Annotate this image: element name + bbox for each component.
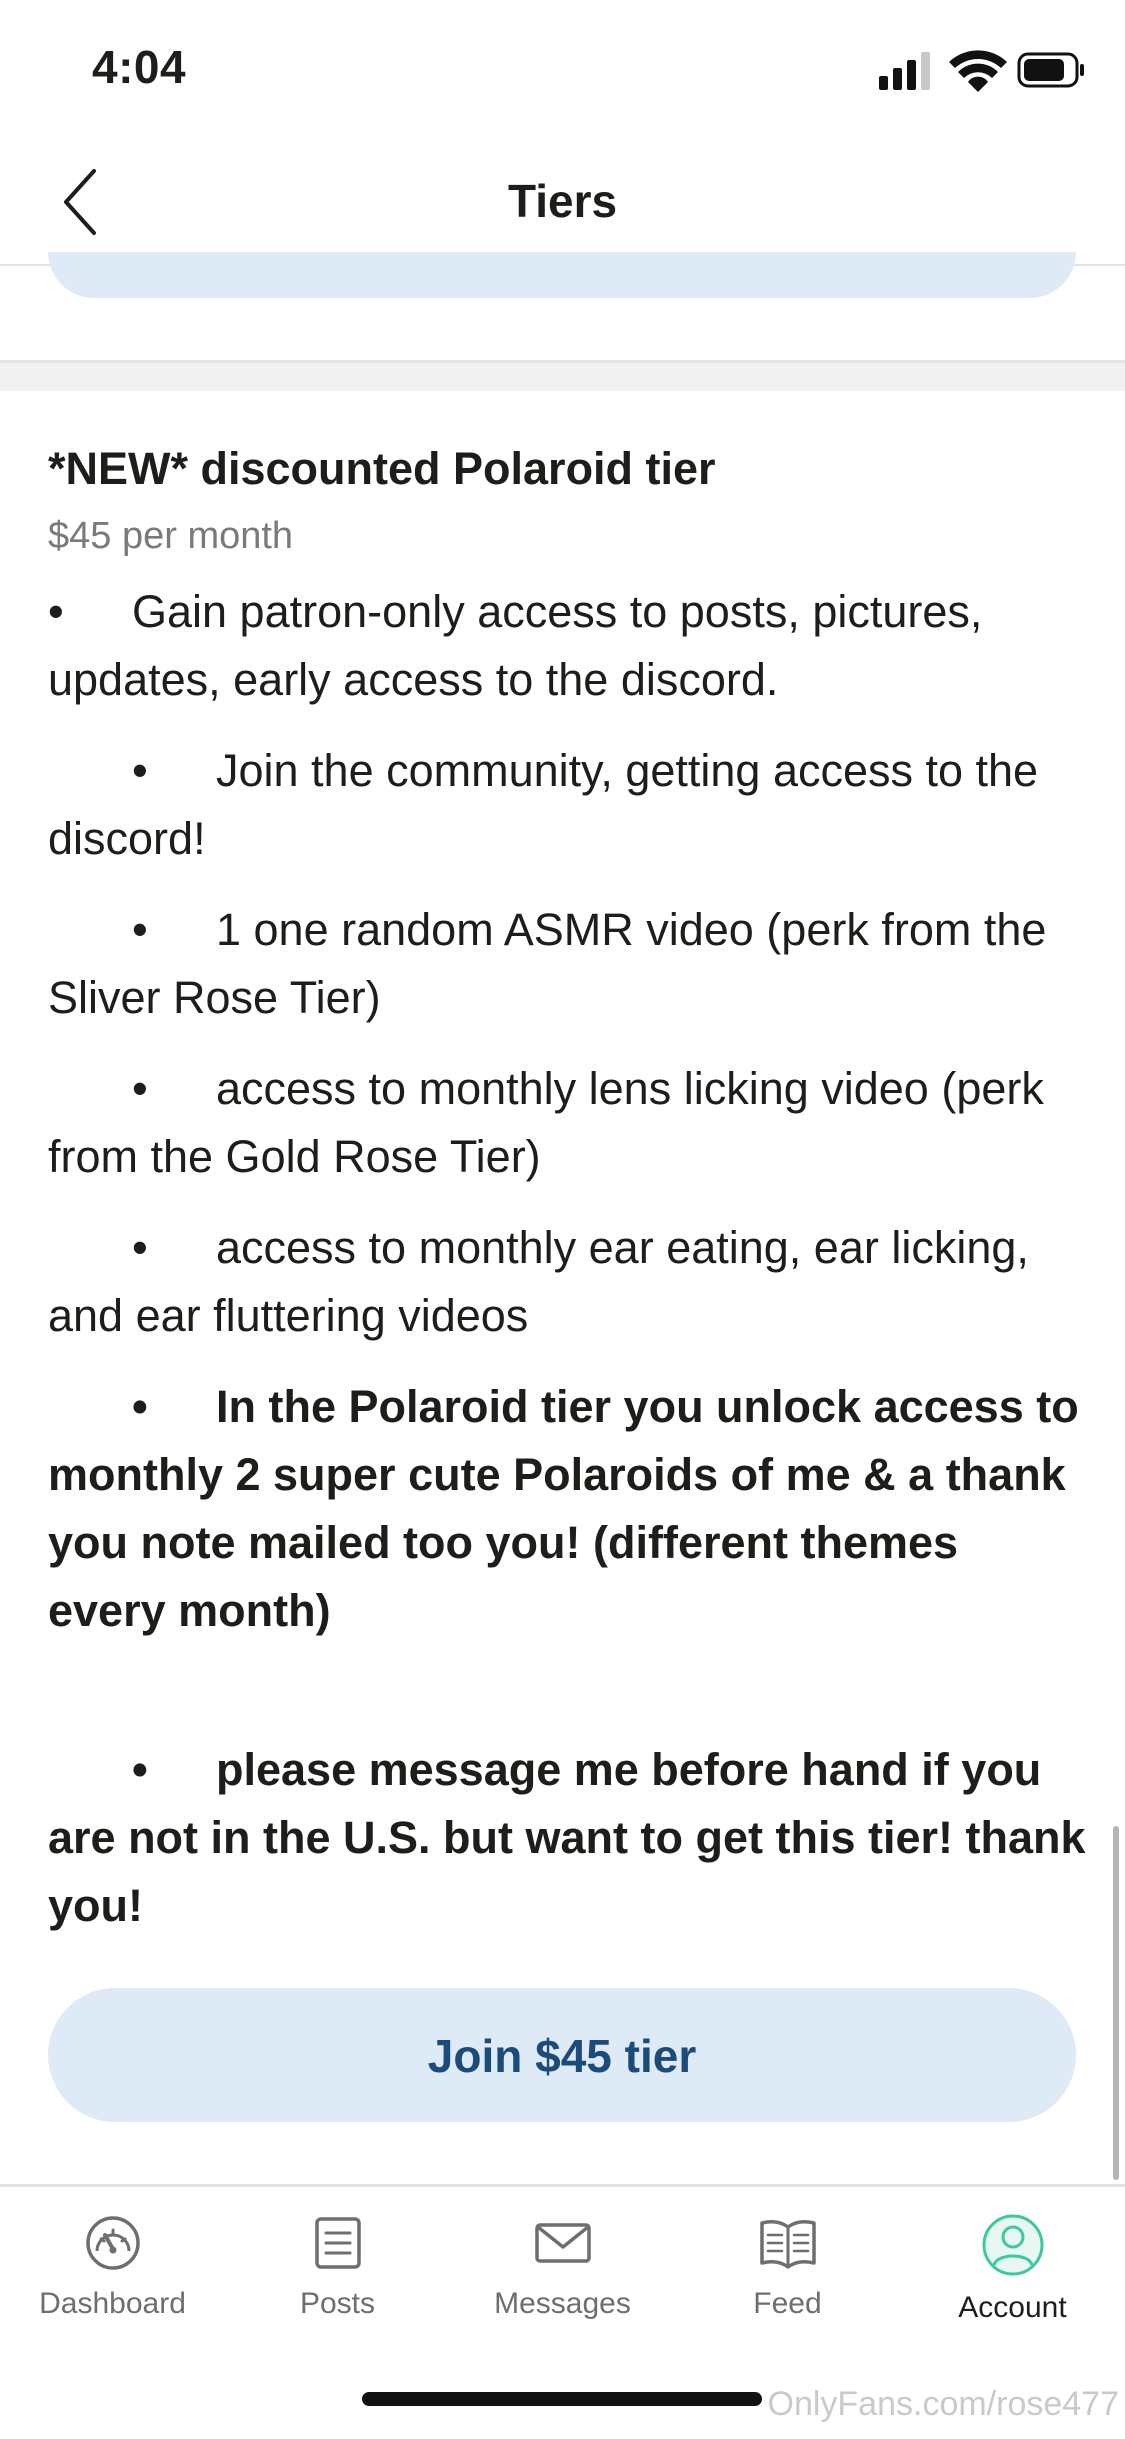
tier-title: *NEW* discounted Polaroid tier bbox=[48, 443, 716, 494]
dashboard-icon bbox=[85, 2216, 140, 2270]
bullet-icon: • bbox=[132, 1222, 148, 1273]
posts-icon bbox=[314, 2217, 361, 2269]
tab-posts[interactable]: Posts bbox=[225, 2213, 450, 2321]
bullet-icon: • bbox=[132, 1744, 148, 1795]
benefit-item: • please message me before hand if you ar… bbox=[48, 1736, 1088, 1940]
watermark: OnlyFans.com/rose477 bbox=[767, 2385, 1120, 2423]
status-icons bbox=[879, 50, 1084, 92]
tier-benefits: • Gain patron-only access to posts, pictu… bbox=[48, 578, 1088, 1940]
benefit-item: • In the Polaroid tier you unlock access … bbox=[48, 1373, 1088, 1645]
benefit-item: • 1 one random ASMR video (perk from the … bbox=[48, 896, 1088, 1032]
bullet-icon: • bbox=[132, 904, 148, 955]
benefit-item: • access to monthly lens licking video (p… bbox=[48, 1055, 1088, 1191]
tab-feed[interactable]: Feed bbox=[675, 2213, 900, 2321]
page-title: Tiers bbox=[507, 175, 618, 227]
scrollbar[interactable] bbox=[1113, 1826, 1119, 2180]
benefit-item: • access to monthly ear eating, ear licki… bbox=[48, 1214, 1088, 1350]
cellular-signal-icon bbox=[879, 52, 930, 90]
tab-label: Messages bbox=[494, 2287, 631, 2320]
tab-label: Feed bbox=[753, 2287, 822, 2320]
tab-label: Posts bbox=[299, 2287, 376, 2320]
previous-tier-join-button[interactable] bbox=[48, 252, 1076, 298]
status-bar: 4:04 bbox=[0, 0, 1125, 140]
feed-icon bbox=[759, 2220, 816, 2269]
tab-label: Dashboard bbox=[39, 2287, 186, 2320]
battery-icon bbox=[1017, 52, 1084, 88]
bullet-icon: • bbox=[132, 745, 148, 796]
account-icon bbox=[982, 2214, 1043, 2276]
benefit-item: • Gain patron-only access to posts, pictu… bbox=[48, 578, 1088, 714]
bullet-icon: • bbox=[48, 586, 64, 637]
section-divider bbox=[0, 360, 1125, 391]
tier-price: $45 per month bbox=[48, 515, 294, 557]
home-indicator[interactable] bbox=[362, 2392, 762, 2406]
bullet-icon: • bbox=[132, 1381, 148, 1432]
tier-card: *NEW* discounted Polaroid tier $45 per m… bbox=[48, 438, 1088, 1963]
wifi-icon bbox=[949, 50, 1007, 92]
bullet-icon: • bbox=[132, 1063, 148, 1114]
tab-dashboard[interactable]: Dashboard bbox=[0, 2213, 225, 2321]
tab-label: Account bbox=[958, 2291, 1067, 2324]
status-time: 4:04 bbox=[92, 41, 187, 93]
tab-messages[interactable]: Messages bbox=[450, 2213, 675, 2321]
messages-icon bbox=[534, 2223, 591, 2263]
benefit-item: • Join the community, getting access to t… bbox=[48, 737, 1088, 873]
join-tier-button[interactable]: Join $45 tier bbox=[48, 1988, 1076, 2122]
nav-bar: Tiers bbox=[0, 140, 1125, 266]
tab-account[interactable]: Account bbox=[900, 2213, 1125, 2325]
